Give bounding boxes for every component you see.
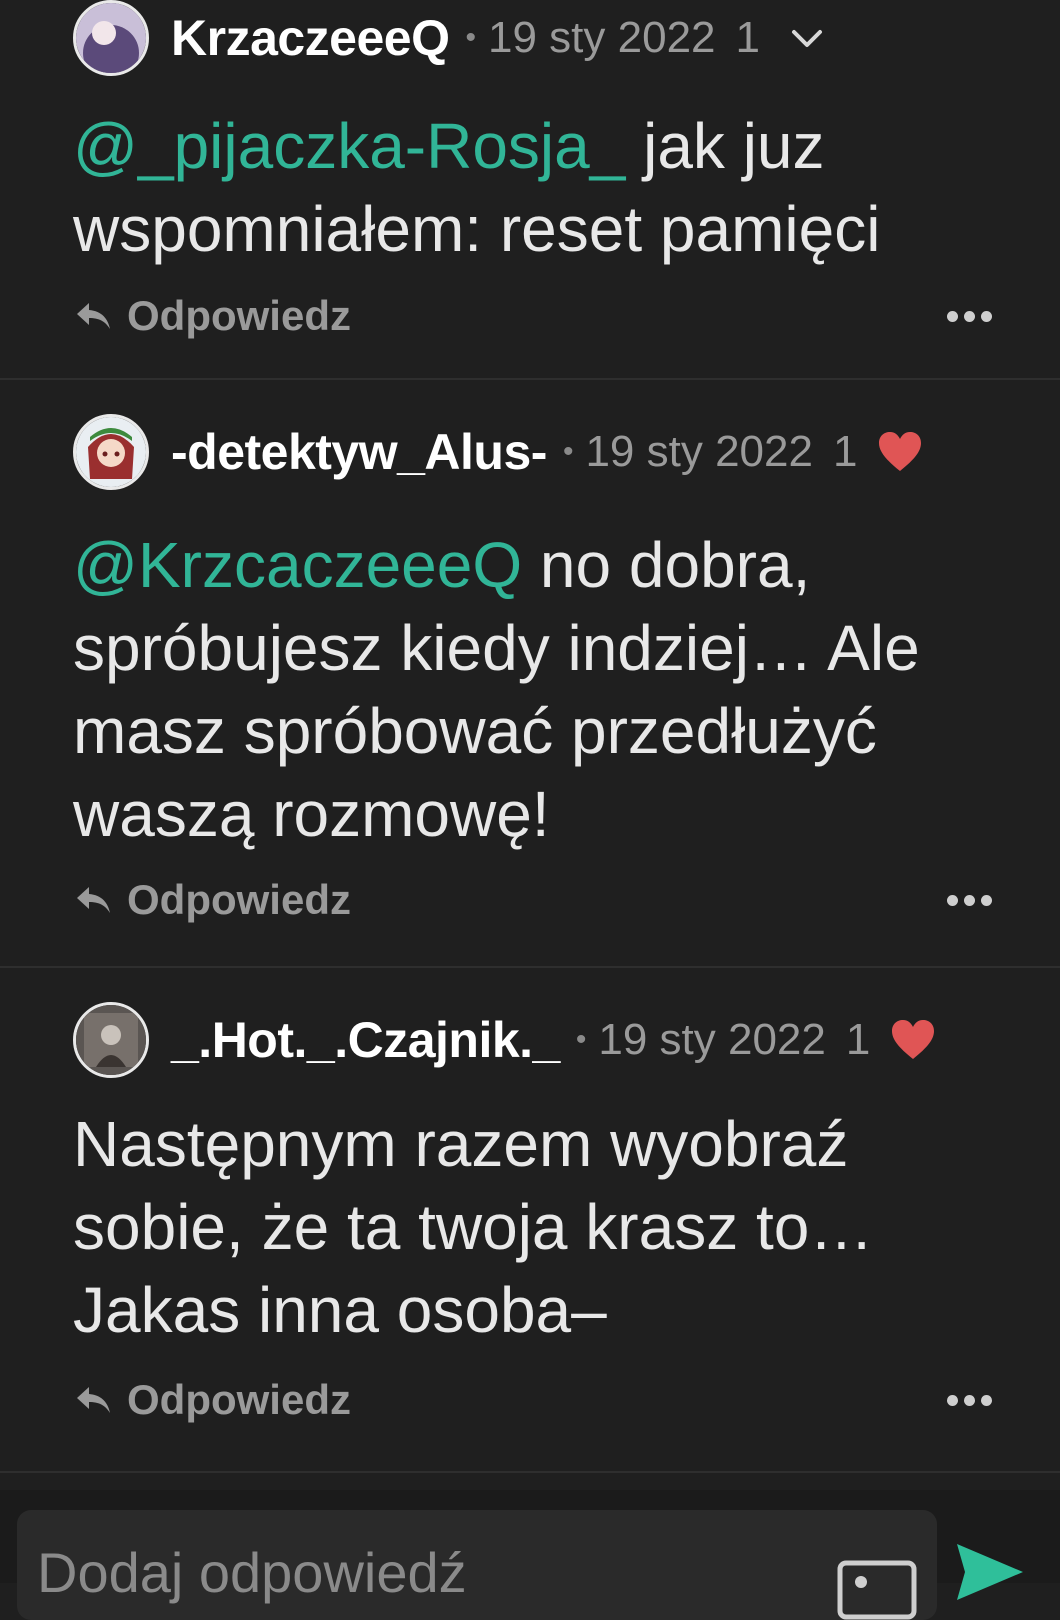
reply-icon [77,887,110,913]
comment-text: @KrzcaczeeeQ no dobra, spróbujesz kiedy … [73,524,980,856]
separator-dot: • [562,435,574,468]
comment-actions: Odpowiedz [73,1370,992,1430]
avatar[interactable] [73,414,149,490]
comment-header: -detektyw_Alus- • 19 sty 2022 1 [73,412,1000,492]
reply-button[interactable]: Odpowiedz [73,1376,351,1424]
comment-actions: Odpowiedz [73,286,992,346]
comment-body: Następnym razem wyobraź sobie, że ta two… [73,1108,874,1346]
reply-icon [77,1387,110,1413]
comment-date: 19 sty 2022 [585,427,813,476]
separator-dot: • [465,21,477,54]
username[interactable]: KrzaczeeeQ [171,9,450,67]
reply-label: Odpowiedz [127,292,351,339]
heart-icon[interactable] [890,1019,936,1061]
reply-label: Odpowiedz [127,876,351,923]
avatar[interactable] [73,1002,149,1078]
mention-link[interactable]: @_pijaczka-Rosja_ [73,110,625,182]
send-icon[interactable] [955,1542,1025,1602]
reply-placeholder: Dodaj odpowiedź [37,1541,467,1604]
comment-date: 19 sty 2022 [598,1015,826,1064]
like-count: 1 [832,427,858,476]
comment-actions: Odpowiedz [73,870,992,930]
comment-text: @_pijaczka-Rosja_ jak juz wspomniałem: r… [73,105,980,271]
reply-input[interactable]: Dodaj odpowiedź [17,1510,937,1620]
more-icon[interactable] [947,894,992,906]
reply-label: Odpowiedz [127,1376,351,1423]
chevron-down-icon[interactable] [790,26,824,50]
more-icon[interactable] [947,310,992,322]
reply-icon [77,303,110,329]
comment-date: 19 sty 2022 [488,13,716,62]
comment-header: KrzaczeeeQ • 19 sty 2022 1 [73,0,1000,78]
reply-button[interactable]: Odpowiedz [73,292,351,340]
comment-item: KrzaczeeeQ • 19 sty 2022 1 @_pijaczka-Ro… [0,0,1060,380]
username[interactable]: -detektyw_Alus- [171,423,547,481]
comment-header: _.Hot._.Czajnik._ • 19 sty 2022 1 [73,1000,1000,1080]
reply-composer: Dodaj odpowiedź [0,1490,1060,1620]
comment-text: Następnym razem wyobraź sobie, że ta two… [73,1103,980,1352]
comment-item: -detektyw_Alus- • 19 sty 2022 1 @Krzcacz… [0,380,1060,968]
avatar[interactable] [73,0,149,76]
image-icon[interactable] [837,1560,917,1620]
heart-icon[interactable] [877,431,923,473]
comment-item: _.Hot._.Czajnik._ • 19 sty 2022 1 Następ… [0,968,1060,1473]
like-count: 1 [735,13,760,62]
separator-dot: • [575,1023,587,1056]
mention-link[interactable]: @KrzcaczeeeQ [73,529,522,601]
username[interactable]: _.Hot._.Czajnik._ [171,1011,560,1069]
like-count: 1 [845,1015,871,1064]
more-icon[interactable] [947,1394,992,1406]
reply-button[interactable]: Odpowiedz [73,876,351,924]
